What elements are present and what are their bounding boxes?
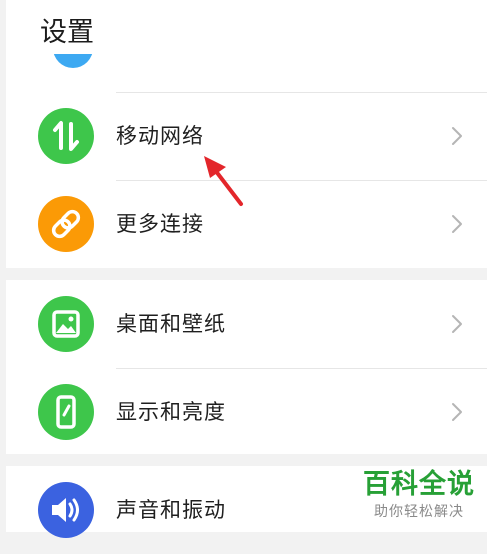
watermark-title: 百科全说	[363, 469, 475, 500]
speaker-volume-icon	[38, 482, 94, 538]
settings-item-label: 声音和振动	[116, 498, 226, 522]
mobile-data-arrows-icon	[38, 108, 94, 164]
settings-item-label: 显示和亮度	[116, 400, 226, 424]
wallpaper-image-icon	[38, 296, 94, 352]
settings-item-wallpaper[interactable]: 桌面和壁纸	[6, 280, 487, 368]
red-arrow-icon	[204, 156, 243, 206]
settings-item-label: 桌面和壁纸	[116, 312, 226, 336]
chevron-right-icon	[452, 127, 462, 145]
watermark-logo: 百科全说 助你轻松解决	[358, 468, 480, 522]
settings-item-label: 更多连接	[116, 212, 204, 236]
chevron-right-icon	[452, 215, 462, 233]
settings-item-display-brightness[interactable]: 显示和亮度	[6, 368, 487, 456]
chevron-right-icon	[452, 315, 462, 333]
page-title: 设置	[40, 17, 94, 48]
chevron-right-icon	[452, 403, 462, 421]
link-chain-icon	[38, 196, 94, 252]
settings-group-display: 桌面和壁纸 显示和亮度	[6, 280, 487, 454]
settings-group-connectivity: 设置 移动网络 更多连接	[6, 0, 487, 268]
settings-item-label: 移动网络	[116, 124, 204, 148]
watermark-subtitle: 助你轻松解决	[374, 504, 464, 520]
partial-hidden-item-icon	[53, 54, 93, 74]
display-phone-icon	[38, 384, 94, 440]
